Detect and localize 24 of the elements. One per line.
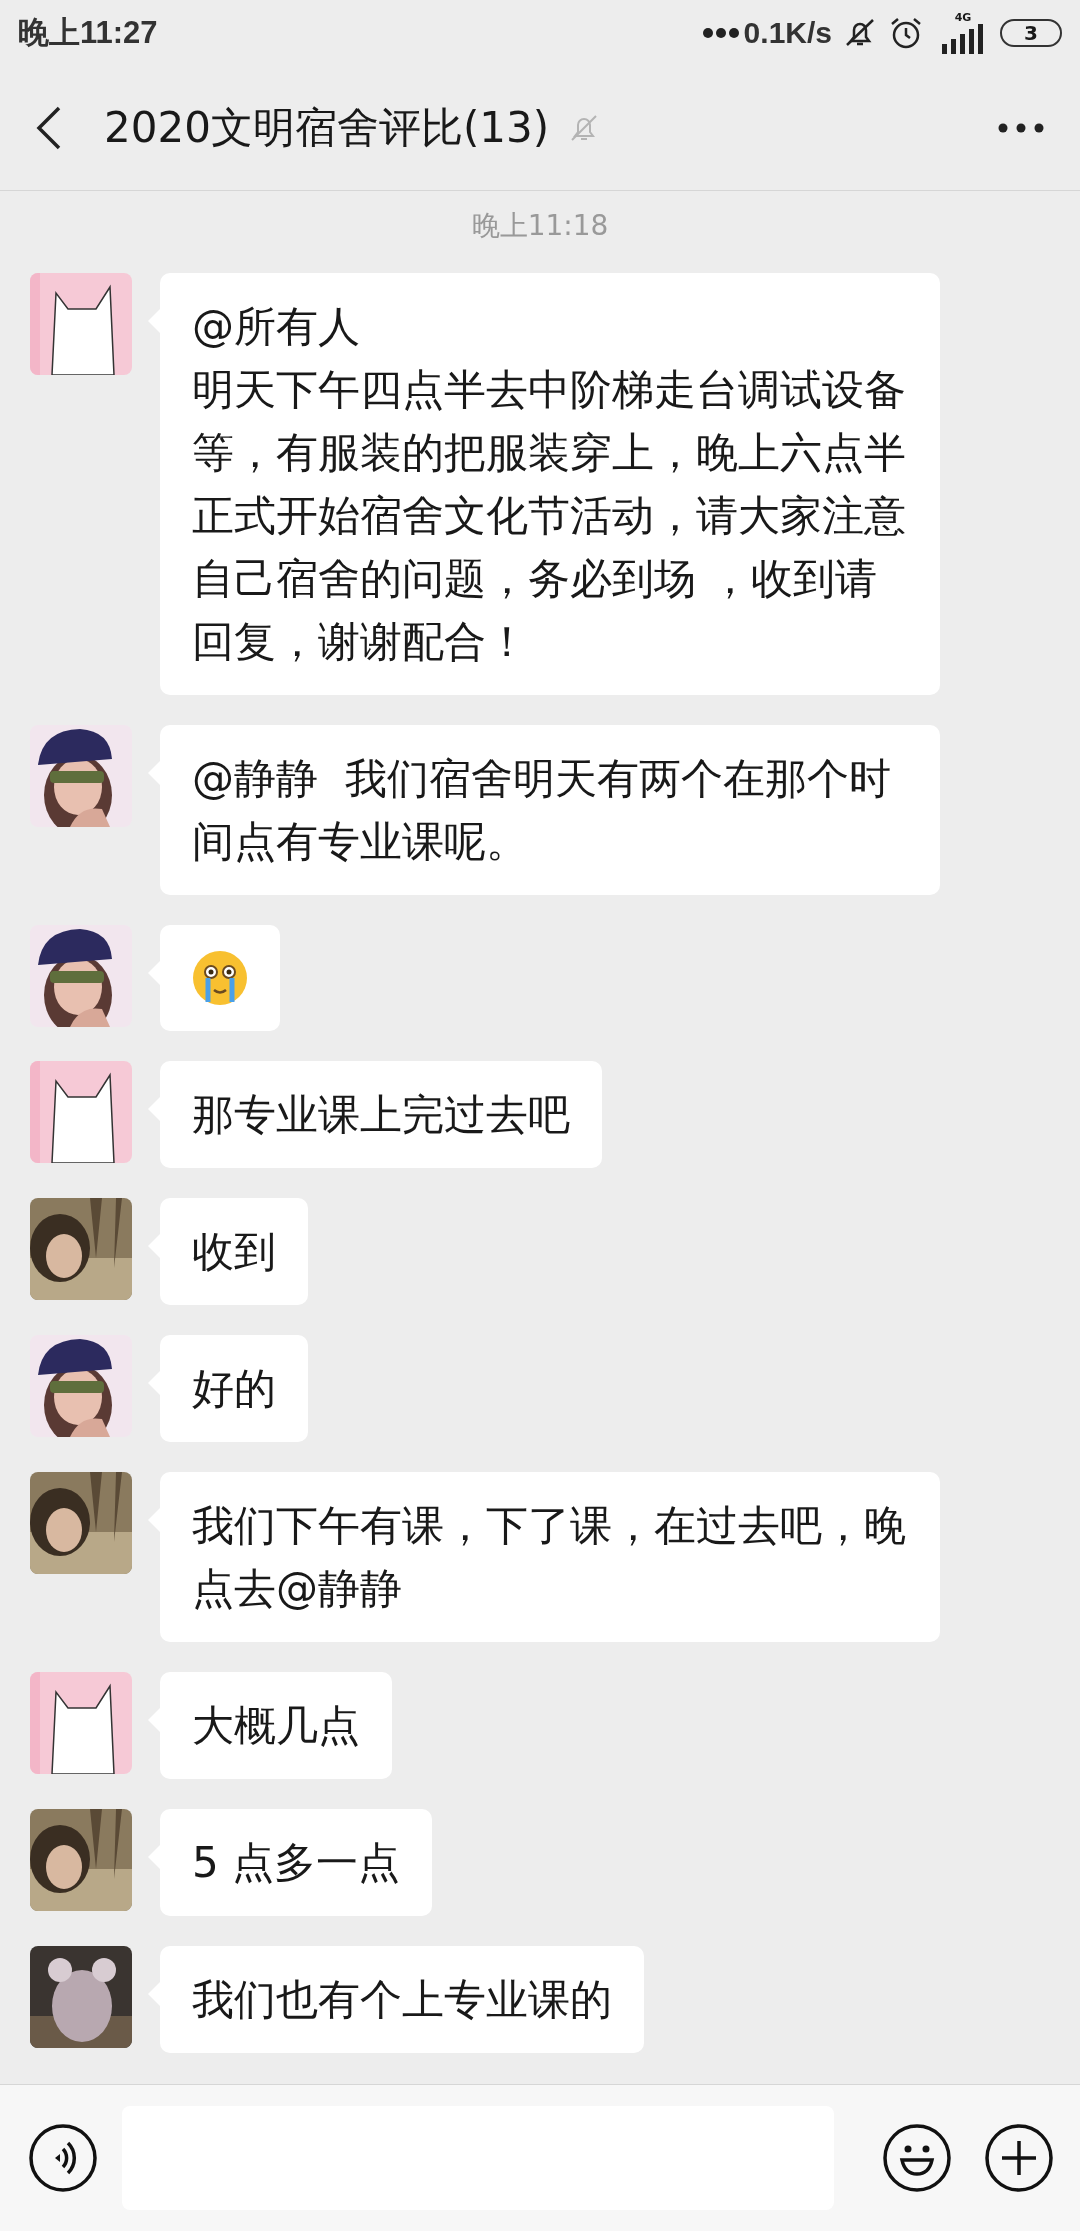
voice-icon[interactable] (28, 2123, 98, 2193)
message-text: @静静 我们宿舍明天有两个在那个时间点有专业课呢。 (192, 753, 892, 868)
message-time: 晚上11:18 (471, 209, 609, 242)
message-text: 5 点多一点 (192, 1837, 401, 1889)
more-icon[interactable] (998, 123, 1044, 133)
notification-dots-icon (701, 27, 740, 39)
battery-icon: 3 (1000, 19, 1062, 47)
message-text: 好的 (192, 1363, 276, 1415)
chat-title: 2020文明宿舍评比(13) (104, 102, 550, 154)
message-text: 收到 (192, 1226, 276, 1278)
crying-face-icon (192, 950, 248, 1006)
network-type: 4G (954, 12, 972, 24)
network-speed: 0.1K/s (743, 16, 832, 50)
message-text: 大概几点 (192, 1700, 360, 1752)
back-icon[interactable] (36, 106, 62, 150)
status-time: 晚上11:27 (18, 14, 158, 52)
emoji-icon[interactable] (882, 2123, 952, 2193)
message-text: 我们也有个上专业课的 (192, 1974, 612, 2026)
message-text: 我们下午有课，下了课，在过去吧，晚点去@静静 (192, 1500, 907, 1615)
message-text: 明天下午四点半去中阶梯走台调试设备等，有服装的把服装穿上，晚上六点半正式开始宿舍文化节活动，请大家注意自己宿舍的问题，务必到场 ，收到请回复，谢谢配合！ (192, 364, 907, 668)
message-text: 那专业课上完过去吧 (192, 1089, 570, 1141)
signal-icon (942, 24, 984, 54)
mention-text: @所有人 (192, 301, 361, 353)
plus-icon[interactable] (984, 2123, 1054, 2193)
